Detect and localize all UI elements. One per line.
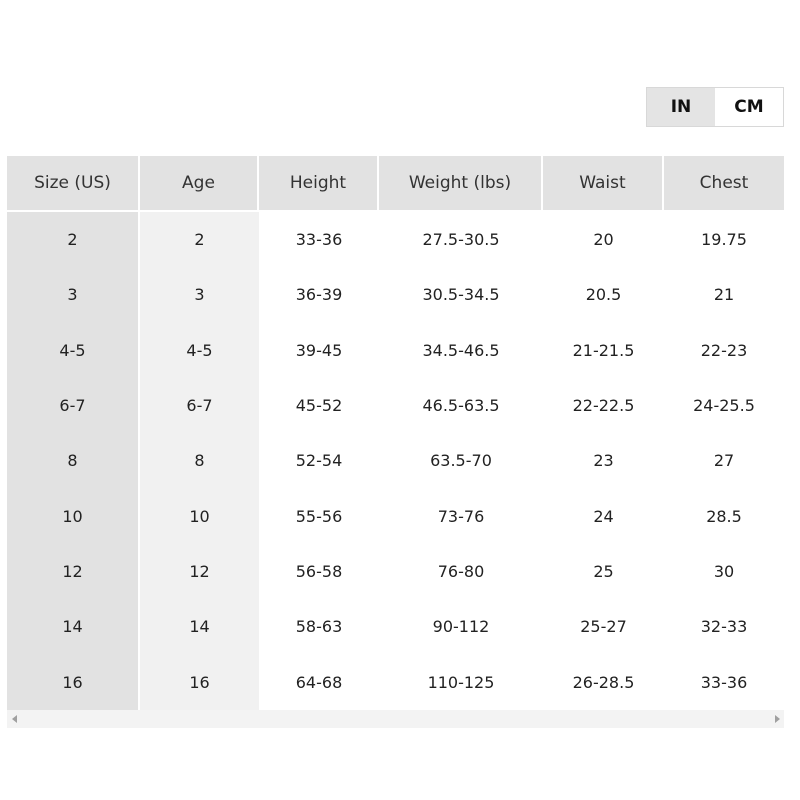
cell-size: 10: [7, 488, 140, 544]
cell-age: 8: [140, 433, 259, 489]
header-age: Age: [140, 156, 259, 210]
cell-weight: 73-76: [437, 506, 485, 526]
triangle-left-icon: [11, 715, 17, 723]
cell-age: 16: [140, 654, 259, 710]
table-row: 3 3 36-39 30.5-34.5 20.5 21: [7, 267, 784, 323]
cell-weight: 46.5-63.5: [422, 396, 500, 416]
cell-age: 12: [140, 543, 259, 600]
cell-age: 3: [140, 267, 259, 323]
cell-weight: 27.5-30.5: [379, 210, 543, 267]
table-row: 16 16 64-68 110-125 26-28.5 33-36: [7, 654, 784, 710]
cell-weight: 90-112: [432, 617, 490, 637]
cell-size: 4-5: [7, 322, 140, 378]
cell-age: 14: [140, 599, 259, 655]
cell-height: 45-52: [295, 396, 343, 416]
cell-weight: 110-125: [427, 672, 495, 692]
cell-chest: 28.5: [706, 506, 742, 526]
cell-age: 6-7: [140, 377, 259, 434]
cell-height: 64-68: [295, 672, 343, 692]
cell-chest: 24-25.5: [693, 396, 755, 416]
cell-waist: 23: [593, 451, 614, 471]
cell-height: 55-56: [295, 506, 343, 526]
unit-toggle: IN CM: [646, 87, 784, 127]
cell-waist: 24: [593, 506, 614, 526]
cell-waist: 22-22.5: [572, 396, 635, 416]
table-row: 6-7 6-7 45-52 46.5-63.5 22-22.5 24-25.5: [7, 377, 784, 434]
cell-age: 4-5: [140, 322, 259, 378]
cell-height: 33-36: [259, 210, 379, 267]
table-row: 2 2 33-36 27.5-30.5 20 19.75: [7, 210, 784, 268]
cell-age: 10: [140, 488, 259, 544]
cell-chest: 21: [713, 285, 735, 305]
cell-waist: 21-21.5: [572, 340, 635, 360]
cell-waist: 25-27: [580, 617, 627, 637]
cell-waist: 20.5: [585, 285, 622, 305]
table-row: 8 8 52-54 63.5-70 23 27: [7, 433, 784, 489]
cell-waist: 25: [593, 561, 614, 581]
cell-size: 6-7: [7, 377, 140, 434]
cell-height: 39-45: [295, 340, 343, 360]
cell-age: 2: [140, 210, 259, 268]
header-chest: Chest: [664, 156, 784, 210]
cell-chest: 32-33: [700, 617, 748, 637]
cell-chest: 33-36: [700, 672, 748, 692]
cell-waist: 26-28.5: [572, 672, 635, 692]
cell-chest: 27: [713, 451, 735, 471]
table-row: 12 12 56-58 76-80 25 30: [7, 543, 784, 600]
cell-size: 3: [7, 267, 140, 323]
header-waist: Waist: [543, 156, 664, 210]
scroll-left-button[interactable]: [7, 710, 21, 728]
size-chart-table-container: Size (US) Age Height Weight (lbs) Waist …: [7, 156, 784, 710]
table-row: 10 10 55-56 73-76 24 28.5: [7, 488, 784, 544]
cell-weight: 30.5-34.5: [422, 285, 500, 305]
cell-size: 16: [7, 654, 140, 710]
cell-size: 14: [7, 599, 140, 655]
table-row: 14 14 58-63 90-112 25-27 32-33: [7, 599, 784, 655]
header-weight: Weight (lbs): [379, 156, 543, 210]
cell-height: 52-54: [295, 451, 343, 471]
cell-weight: 76-80: [437, 561, 485, 581]
header-size: Size (US): [7, 156, 140, 210]
cell-weight: 63.5-70: [430, 451, 492, 471]
cell-chest: 22-23: [700, 340, 748, 360]
unit-in-button[interactable]: IN: [647, 88, 715, 126]
cell-size: 2: [7, 210, 140, 268]
horizontal-scrollbar[interactable]: [7, 710, 784, 728]
cell-size: 12: [7, 543, 140, 600]
scroll-right-button[interactable]: [770, 710, 784, 728]
cell-height: 56-58: [295, 561, 343, 581]
cell-weight: 34.5-46.5: [422, 340, 500, 360]
cell-size: 8: [7, 433, 140, 489]
triangle-right-icon: [774, 715, 780, 723]
cell-height: 58-63: [295, 617, 343, 637]
unit-cm-button[interactable]: CM: [715, 88, 783, 126]
table-row: 4-5 4-5 39-45 34.5-46.5 21-21.5 22-23: [7, 322, 784, 378]
table-header-row: Size (US) Age Height Weight (lbs) Waist …: [7, 156, 784, 210]
size-chart-table: Size (US) Age Height Weight (lbs) Waist …: [7, 156, 784, 710]
cell-height: 36-39: [295, 285, 343, 305]
cell-chest: 19.75: [664, 210, 784, 267]
header-height: Height: [259, 156, 379, 210]
cell-chest: 30: [713, 561, 735, 581]
cell-waist: 20: [543, 210, 664, 267]
